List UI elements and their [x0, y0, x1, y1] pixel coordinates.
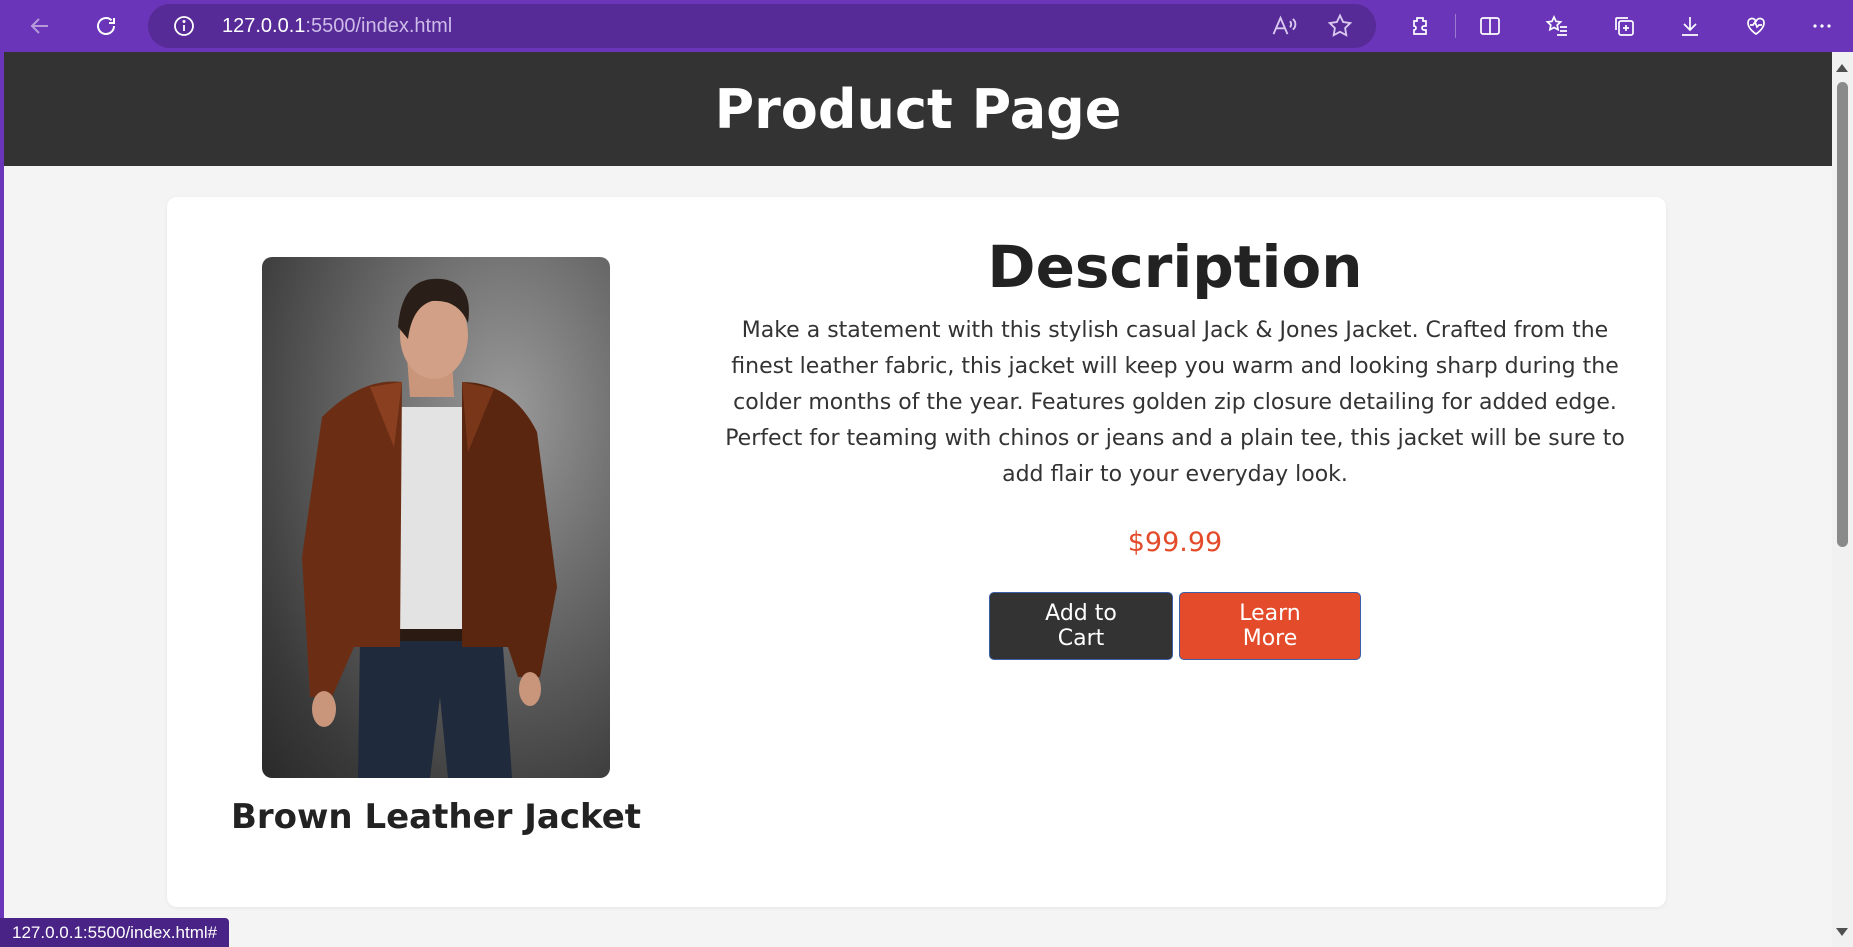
url-host: 127.0.0.1 [222, 15, 306, 37]
product-name: Brown Leather Jacket [230, 797, 642, 837]
scroll-up-arrow-icon[interactable] [1836, 64, 1848, 72]
product-image [262, 257, 610, 778]
toolbar-divider [1455, 14, 1456, 38]
description-heading: Description [987, 233, 1363, 301]
vertical-scrollbar[interactable] [1832, 52, 1853, 947]
page-title: Product Page [714, 77, 1122, 141]
scroll-down-arrow-icon[interactable] [1836, 928, 1848, 936]
add-to-cart-button[interactable]: Add to Cart [989, 592, 1173, 660]
split-screen-icon[interactable] [1472, 8, 1508, 44]
refresh-icon[interactable] [88, 8, 124, 44]
product-price: $99.99 [1127, 527, 1223, 558]
address-bar[interactable]: 127.0.0.1:5500/index.html [148, 4, 1376, 48]
favorites-icon[interactable] [1539, 8, 1575, 44]
info-icon[interactable] [172, 14, 196, 38]
downloads-icon[interactable] [1672, 8, 1708, 44]
learn-more-button[interactable]: Learn More [1179, 592, 1361, 660]
back-icon[interactable] [22, 8, 58, 44]
scrollbar-thumb[interactable] [1837, 82, 1848, 547]
more-icon[interactable] [1804, 8, 1840, 44]
product-description: Make a statement with this stylish casua… [725, 318, 1625, 487]
product-card: Brown Leather Jacket Description Make a … [167, 197, 1666, 907]
read-aloud-icon[interactable] [1270, 12, 1298, 40]
extensions-icon[interactable] [1402, 8, 1438, 44]
browser-toolbar: 127.0.0.1:5500/index.html [0, 0, 1853, 52]
collections-icon[interactable] [1606, 8, 1642, 44]
action-buttons: Add to Cart Learn More [707, 592, 1643, 660]
page-viewport: Product Page Brown Leather Jacket Descri… [4, 52, 1832, 947]
description-section: Description Make a statement with this s… [707, 227, 1643, 660]
page-header: Product Page [4, 52, 1832, 166]
browser-essentials-icon[interactable] [1738, 8, 1774, 44]
url-path: :5500/index.html [305, 15, 453, 37]
favorite-star-icon[interactable] [1326, 12, 1354, 40]
url-text[interactable]: 127.0.0.1:5500/index.html [222, 4, 452, 48]
link-status-bar: 127.0.0.1:5500/index.html# [0, 918, 230, 947]
